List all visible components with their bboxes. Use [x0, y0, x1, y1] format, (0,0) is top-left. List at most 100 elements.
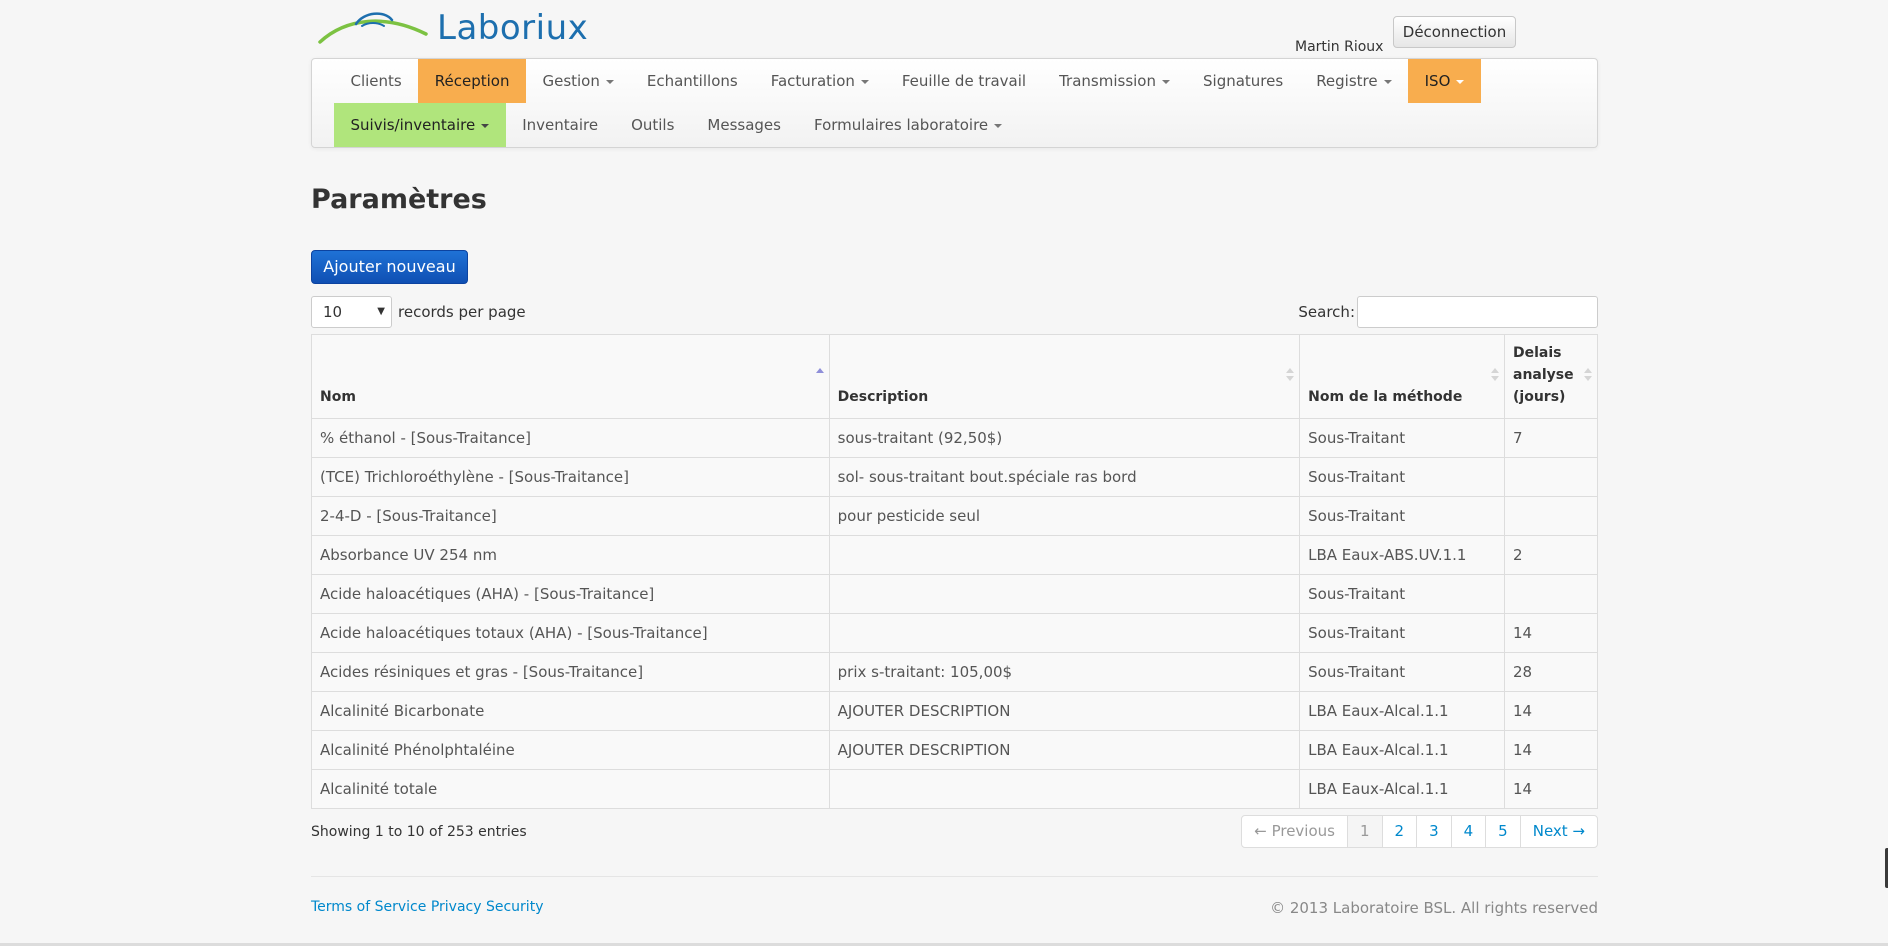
nav-item-label: Gestion	[542, 72, 600, 90]
footer-link-security[interactable]: Security	[486, 899, 544, 915]
footer-link-terms-of-service[interactable]: Terms of Service	[311, 899, 426, 915]
logo[interactable]: Laboriux	[316, 4, 588, 48]
column-header-label: Delais analyse (jours)	[1513, 345, 1574, 405]
table-cell-delais-analyse-jours: 28	[1504, 652, 1598, 692]
table-body: % éthanol - [Sous-Traitance] sous-traitan…	[311, 418, 1598, 809]
table-row[interactable]: Absorbance UV 254 nm LBA Eaux-ABS.UV.1.1 2	[311, 535, 1598, 575]
search-input[interactable]	[1357, 296, 1598, 328]
nav-item-signatures[interactable]: Signatures	[1187, 59, 1300, 103]
column-header-label: Nom de la méthode	[1308, 389, 1463, 405]
table-row[interactable]: % éthanol - [Sous-Traitance] sous-traitan…	[311, 418, 1598, 458]
column-header-label: Nom	[320, 389, 356, 405]
column-header-label: Description	[837, 389, 929, 405]
table-row[interactable]: Acide haloacétiques totaux (AHA) - [Sous…	[311, 613, 1598, 653]
table-cell-nom-de-la-methode: Sous-Traitant	[1299, 613, 1506, 653]
sort-both-icon	[1286, 368, 1295, 382]
footer-divider	[311, 876, 1598, 877]
table-row[interactable]: Alcalinité totale LBA Eaux-Alcal.1.1 14	[311, 769, 1598, 809]
table-cell-description	[828, 574, 1301, 614]
table-row[interactable]: Acides résiniques et gras - [Sous-Traita…	[311, 652, 1598, 692]
table-header-row: Nom Description Nom de la méthode Delais an…	[311, 334, 1598, 419]
table-cell-nom: Alcalinité Phénolphtaléine	[311, 730, 830, 770]
logo-swoosh-icon	[318, 12, 428, 44]
next-page-button[interactable]: Next →	[1519, 816, 1597, 847]
column-header-nom-de-la-methode[interactable]: Nom de la méthode	[1299, 334, 1506, 419]
table-cell-description: sol- sous-traitant bout.spéciale ras bor…	[828, 457, 1301, 497]
nav-item-transmission[interactable]: Transmission	[1043, 59, 1187, 103]
nav-item-registre[interactable]: Registre	[1300, 59, 1408, 103]
nav-item-label: Inventaire	[522, 116, 599, 134]
previous-page-button[interactable]: ← Previous	[1242, 816, 1347, 847]
table-cell-nom-de-la-methode: Sous-Traitant	[1299, 496, 1506, 536]
table-cell-description: pour pesticide seul	[828, 496, 1301, 536]
page-3-button[interactable]: 3	[1416, 816, 1451, 847]
nav-item-inventaire[interactable]: Inventaire	[506, 103, 615, 147]
table-cell-delais-analyse-jours	[1504, 457, 1598, 497]
column-header-nom[interactable]: Nom	[311, 334, 830, 419]
table-cell-delais-analyse-jours: 7	[1504, 418, 1598, 458]
nav-item-label: Outils	[631, 116, 675, 134]
nav-item-gestion[interactable]: Gestion	[526, 59, 630, 103]
table-cell-nom: Alcalinité totale	[311, 769, 830, 809]
records-per-page-label: records per page	[398, 303, 526, 321]
page-5-button[interactable]: 5	[1485, 816, 1520, 847]
column-header-delais-analyse-jours[interactable]: Delais analyse (jours)	[1504, 334, 1598, 419]
nav-item-label: Suivis/inventaire	[350, 116, 476, 134]
caret-down-icon	[481, 123, 490, 128]
table-cell-nom: Acide haloacétiques totaux (AHA) - [Sous…	[311, 613, 830, 653]
nav-item-messages[interactable]: Messages	[691, 103, 798, 147]
nav-item-label: ISO	[1424, 72, 1451, 90]
nav-item-suivis-inventaire[interactable]: Suivis/inventaire	[334, 103, 506, 147]
nav-item-outils[interactable]: Outils	[615, 103, 691, 147]
main-navbar: Clients Réception Gestion Echantillons Factu…	[311, 58, 1598, 148]
nav-item-clients[interactable]: Clients	[334, 59, 418, 103]
table-cell-description	[828, 769, 1301, 809]
user-name: Martin Rioux	[1295, 39, 1384, 55]
table-cell-description	[828, 535, 1301, 575]
caret-down-icon	[860, 79, 869, 84]
records-per-page-control: 10 ▼ records per page	[311, 296, 526, 328]
add-new-button[interactable]: Ajouter nouveau	[311, 250, 468, 284]
table-row[interactable]: 2-4-D - [Sous-Traitance] pour pesticide s…	[311, 496, 1598, 536]
sort-ascending-icon	[815, 368, 824, 382]
table-row[interactable]: Alcalinité Bicarbonate AJOUTER DESCRIPTIO…	[311, 691, 1598, 731]
table-cell-nom-de-la-methode: LBA Eaux-ABS.UV.1.1	[1299, 535, 1506, 575]
page-1-button[interactable]: 1	[1346, 816, 1382, 847]
table-cell-delais-analyse-jours: 14	[1504, 730, 1598, 770]
table-row[interactable]: (TCE) Trichloroéthylène - [Sous-Traitanc…	[311, 457, 1598, 497]
page-2-button[interactable]: 2	[1381, 816, 1417, 847]
table-cell-nom: % éthanol - [Sous-Traitance]	[311, 418, 830, 458]
nav-item-echantillons[interactable]: Echantillons	[630, 59, 754, 103]
footer-link-privacy[interactable]: Privacy	[431, 899, 482, 915]
nav-item-formulaires-laboratoire[interactable]: Formulaires laboratoire	[797, 103, 1018, 147]
parameters-table: Nom Description Nom de la méthode Delais an…	[311, 334, 1598, 809]
nav-item-iso[interactable]: ISO	[1408, 59, 1481, 103]
column-header-description[interactable]: Description	[828, 334, 1301, 419]
records-per-page-select[interactable]: 10 ▼	[311, 296, 392, 328]
table-row[interactable]: Alcalinité Phénolphtaléine AJOUTER DESCRI…	[311, 730, 1598, 770]
nav-item-label: Echantillons	[646, 72, 738, 90]
table-row[interactable]: Acide haloacétiques (AHA) - [Sous-Traita…	[311, 574, 1598, 614]
table-cell-nom-de-la-methode: LBA Eaux-Alcal.1.1	[1299, 730, 1506, 770]
table-cell-description: AJOUTER DESCRIPTION	[828, 691, 1301, 731]
nav-row-secondary: Suivis/inventaire Inventaire Outils Message…	[334, 103, 1019, 147]
nav-item-label: Réception	[434, 72, 510, 90]
table-cell-delais-analyse-jours: 14	[1504, 769, 1598, 809]
copyright: © 2013 Laboratoire BSL. All rights reser…	[1270, 899, 1598, 917]
nav-item-label: Facturation	[770, 72, 855, 90]
table-cell-nom-de-la-methode: Sous-Traitant	[1299, 418, 1506, 458]
nav-item-reception[interactable]: Réception	[418, 59, 526, 103]
nav-item-feuille-de-travail[interactable]: Feuille de travail	[885, 59, 1042, 103]
table-cell-nom-de-la-methode: LBA Eaux-Alcal.1.1	[1299, 769, 1506, 809]
footer-links: Terms of Service Privacy Security	[311, 899, 543, 915]
entries-info: Showing 1 to 10 of 253 entries	[311, 824, 527, 840]
nav-item-facturation[interactable]: Facturation	[754, 59, 885, 103]
nav-item-label: Messages	[707, 116, 781, 134]
table-cell-description: prix s-traitant: 105,00$	[828, 652, 1301, 692]
logout-button[interactable]: Déconnection	[1393, 16, 1516, 48]
table-cell-nom: Acide haloacétiques (AHA) - [Sous-Traita…	[311, 574, 830, 614]
table-cell-nom: Alcalinité Bicarbonate	[311, 691, 830, 731]
table-cell-nom: (TCE) Trichloroéthylène - [Sous-Traitanc…	[311, 457, 830, 497]
page-4-button[interactable]: 4	[1450, 816, 1486, 847]
table-cell-delais-analyse-jours	[1504, 574, 1598, 614]
